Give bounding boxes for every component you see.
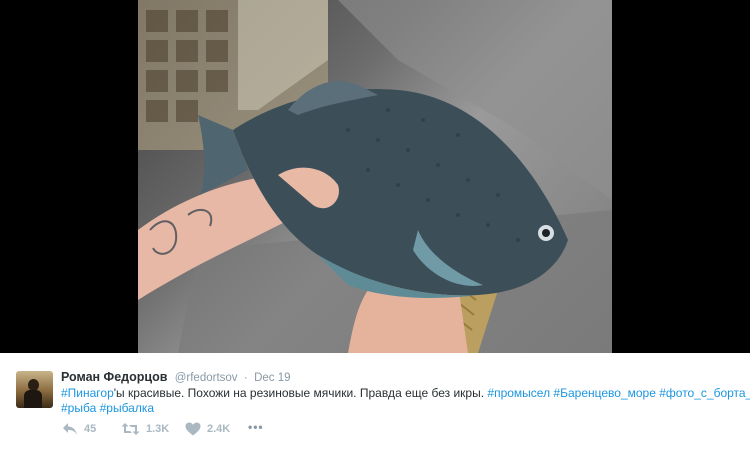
hashtag-link[interactable]: #промысел bbox=[487, 386, 550, 400]
tweet-card: Роман Федорцов @rfedortsov · Dec 19 #Пин… bbox=[0, 353, 750, 452]
avatar[interactable] bbox=[16, 371, 53, 408]
reply-button[interactable]: 45 bbox=[62, 422, 96, 436]
hashtag-link[interactable]: #Пинагор bbox=[61, 386, 114, 400]
avatar-torso bbox=[24, 390, 42, 408]
hashtag-link[interactable]: #Баренцево_море bbox=[553, 386, 655, 400]
author-name[interactable]: Роман Федорцов bbox=[61, 370, 167, 384]
heart-icon bbox=[185, 422, 201, 436]
tweet-text: #Пинагор'ы красивые. Похожи на резиновые… bbox=[61, 386, 750, 416]
tweet-text-body: 'ы красивые. Похожи на резиновые мячики.… bbox=[113, 386, 488, 400]
like-button[interactable]: 2.4K bbox=[185, 422, 230, 436]
like-count: 2.4K bbox=[207, 423, 231, 435]
tweet-header: Роман Федорцов @rfedortsov · Dec 19 bbox=[61, 369, 291, 386]
hashtag-link[interactable]: #фото_с_борта_судна bbox=[659, 386, 750, 400]
tweet-media[interactable] bbox=[0, 0, 750, 353]
fish-photo[interactable] bbox=[138, 0, 612, 353]
hashtag-link[interactable]: #рыба bbox=[61, 401, 96, 415]
tweet-date[interactable]: Dec 19 bbox=[254, 372, 290, 384]
reply-icon bbox=[63, 423, 77, 435]
more-icon: ••• bbox=[248, 420, 264, 434]
retweet-count: 1.3K bbox=[146, 423, 170, 435]
retweet-icon bbox=[121, 423, 140, 435]
more-button[interactable]: ••• bbox=[248, 420, 264, 434]
retweet-button[interactable]: 1.3K bbox=[121, 422, 169, 436]
tweet-text-line-1: #Пинагор'ы красивые. Похожи на резиновые… bbox=[61, 386, 750, 401]
reply-count: 45 bbox=[84, 423, 97, 435]
author-handle[interactable]: @rfedortsov bbox=[175, 372, 238, 384]
header-separator: · bbox=[243, 372, 248, 384]
tweet-text-line-2: #рыба #рыбалка bbox=[61, 401, 741, 416]
photo-illustration bbox=[138, 0, 612, 353]
hashtag-link[interactable]: #рыбалка bbox=[100, 401, 154, 415]
